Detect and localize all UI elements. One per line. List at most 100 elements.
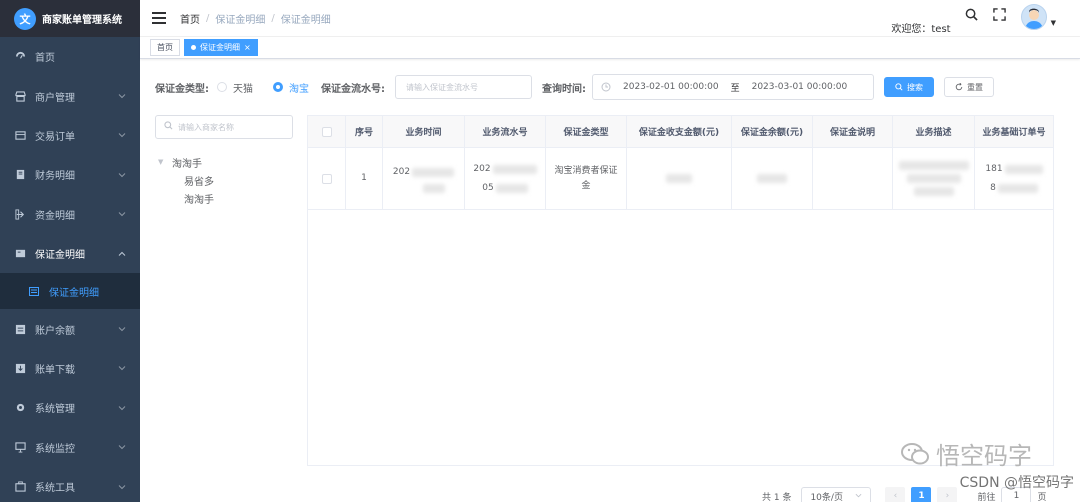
next-page-button[interactable]: ›: [937, 487, 958, 502]
order-icon: [14, 129, 26, 141]
radio-tmall[interactable]: 天猫: [217, 80, 253, 95]
breadcrumb-separator: /: [271, 12, 275, 24]
merchant-search-input[interactable]: [178, 122, 288, 132]
column-header: 保证金说明: [813, 116, 893, 147]
sidebar-item-monitor[interactable]: 系统监控: [0, 428, 140, 467]
search-button[interactable]: 搜索: [884, 77, 934, 97]
tree-node-root[interactable]: ▼ 淘淘手: [158, 153, 298, 171]
row-select-cell: [308, 148, 346, 209]
radio-circle: [217, 82, 227, 92]
radio-circle: [273, 82, 283, 92]
deposit-type-cell: 淘宝消费者保证金: [546, 148, 627, 209]
caret-down-icon[interactable]: ▼: [158, 158, 166, 166]
sidebar-item-orders[interactable]: 交易订单: [0, 116, 140, 155]
column-header: 业务流水号: [465, 116, 546, 147]
table-header: 序号 业务时间 业务流水号 保证金类型 保证金收支金额(元) 保证金余额(元) …: [308, 116, 1053, 148]
sidebar-subitem-label: 保证金明细: [49, 287, 99, 299]
redacted-block: [913, 187, 954, 196]
sidebar-item-home[interactable]: 首页: [0, 37, 140, 76]
column-header: 保证金收支金额(元): [627, 116, 732, 147]
csdn-watermark: CSDN @悟空码字: [959, 475, 1074, 491]
chevron-down-icon: [118, 131, 126, 140]
merchant-icon: [14, 90, 26, 102]
flow-no-input[interactable]: [395, 75, 532, 99]
sidebar-item-label: 账户余额: [35, 325, 75, 337]
radio-label: 天猫: [233, 83, 253, 95]
flow-no-label: 保证金流水号:: [321, 83, 385, 95]
redacted-block: [422, 183, 445, 193]
sidebar-item-label: 资金明细: [35, 210, 75, 222]
caret-down-icon[interactable]: ▼: [1051, 19, 1056, 27]
column-header: 业务描述: [893, 116, 975, 147]
redacted-block: [757, 174, 787, 183]
column-header: 保证金余额(元): [732, 116, 813, 147]
business-time-cell: 202: [383, 148, 465, 209]
sidebar-item-label: 保证金明细: [35, 250, 85, 262]
app-logo[interactable]: 文 商家账单管理系统: [0, 0, 140, 37]
page-size-select[interactable]: 10条/页: [801, 487, 872, 502]
wechat-icon: [900, 441, 930, 467]
watermark: 悟空码字: [900, 436, 1032, 471]
close-icon[interactable]: ×: [244, 40, 251, 55]
deposit-icon: [14, 248, 26, 260]
avatar[interactable]: [1020, 3, 1047, 30]
sidebar-item-finance[interactable]: 财务明细: [0, 155, 140, 194]
reset-button[interactable]: 重置: [944, 77, 994, 97]
tree-node-child[interactable]: 淘淘手: [158, 189, 298, 207]
clock-icon: [601, 82, 611, 92]
breadcrumb-separator: /: [206, 12, 210, 24]
sidebar-subitem-deposit-detail[interactable]: 保证金明细: [0, 273, 140, 310]
tree-node-child[interactable]: 易省多: [158, 171, 298, 189]
date-range-picker[interactable]: 2023-02-01 00:00:00 至 2023-03-01 00:00:0…: [592, 74, 874, 100]
start-time[interactable]: 2023-02-01 00:00:00: [623, 82, 719, 92]
column-header: 序号: [346, 116, 383, 147]
app-title: 商家账单管理系统: [42, 15, 122, 26]
sidebar-item-label: 账单下载: [35, 364, 75, 376]
search-button-label: 搜索: [907, 82, 923, 92]
monitor-icon: [14, 441, 26, 453]
sidebar-item-funds[interactable]: 资金明细: [0, 195, 140, 234]
redacted-block: [495, 183, 528, 193]
header-right: 欢迎您：test ▼: [891, 0, 1056, 37]
hamburger-icon[interactable]: [152, 12, 166, 24]
radio-label: 淘宝: [289, 83, 309, 95]
order-no-cell: 181 8: [975, 148, 1053, 209]
sidebar-item-label: 系统监控: [35, 443, 75, 455]
merchant-search[interactable]: [155, 115, 293, 139]
sidebar-item-system[interactable]: 系统管理: [0, 388, 140, 427]
balance-cell: [732, 148, 813, 209]
tag-home[interactable]: 首页: [150, 39, 180, 56]
chevron-down-icon: [118, 443, 126, 452]
chevron-down-icon: [118, 364, 126, 373]
sidebar-item-label: 系统管理: [35, 404, 75, 416]
tools-icon: [14, 481, 26, 493]
sidebar-item-balance[interactable]: 账户余额: [0, 309, 140, 348]
row-index: 1: [346, 148, 383, 209]
select-all-checkbox[interactable]: [321, 126, 332, 137]
description-cell: [813, 148, 893, 209]
sidebar-item-merchant[interactable]: 商户管理: [0, 76, 140, 115]
radio-taobao[interactable]: 淘宝: [273, 80, 309, 95]
tag-deposit-detail[interactable]: 保证金明细 ×: [184, 39, 258, 56]
breadcrumb: 首页 / 保证金明细 / 保证金明细: [180, 11, 331, 26]
row-checkbox[interactable]: [321, 173, 332, 184]
end-time[interactable]: 2023-03-01 00:00:00: [752, 82, 848, 92]
sidebar-item-tools[interactable]: 系统工具: [0, 467, 140, 502]
page-size-value: 10条/页: [810, 492, 843, 502]
table-row[interactable]: 1 202 202 05 淘宝消费者保证金 181 8: [308, 148, 1053, 210]
search-icon[interactable]: [965, 8, 979, 22]
column-header: 业务基础订单号: [982, 128, 1046, 138]
fullscreen-icon[interactable]: [993, 8, 1007, 22]
pagination-total: 共 1 条: [762, 492, 792, 502]
amount-cell: [627, 148, 732, 209]
flow-no-prefix: 05: [482, 182, 494, 193]
prev-page-button[interactable]: ‹: [885, 487, 906, 502]
select-all-cell: [308, 116, 346, 147]
flow-no-cell: 202 05: [465, 148, 546, 209]
page-number-current[interactable]: 1: [911, 487, 932, 502]
sidebar-item-download[interactable]: 账单下载: [0, 349, 140, 388]
chevron-down-icon: [118, 325, 126, 334]
sidebar-item-deposit[interactable]: 保证金明细: [0, 234, 140, 273]
redacted-block: [492, 164, 537, 174]
breadcrumb-home[interactable]: 首页: [180, 11, 200, 26]
